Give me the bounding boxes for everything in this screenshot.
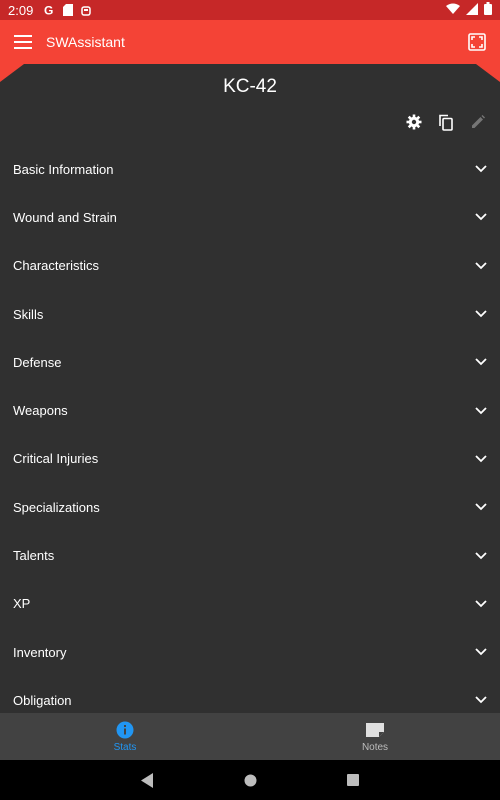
section-label: Weapons [13, 403, 68, 419]
copy-icon[interactable] [436, 112, 456, 132]
section-row[interactable]: Wound and Strain [0, 193, 500, 241]
section-label: Characteristics [13, 258, 99, 274]
battery-icon [484, 2, 492, 18]
note-icon [366, 721, 384, 739]
section-row[interactable]: Basic Information [0, 145, 500, 193]
character-toolbar [404, 112, 488, 132]
sd-card-icon [63, 4, 74, 16]
settings-icon[interactable] [404, 112, 424, 132]
chevron-down-icon[interactable] [475, 165, 487, 173]
character-name: KC-42 [223, 76, 277, 97]
section-label: Talents [13, 548, 55, 564]
chevron-down-icon[interactable] [475, 648, 487, 656]
back-icon[interactable] [141, 772, 154, 788]
chevron-down-icon[interactable] [475, 551, 487, 560]
section-row[interactable]: Characteristics [0, 242, 500, 290]
section-row[interactable]: Specializations [0, 483, 500, 531]
chevron-down-icon[interactable] [475, 600, 487, 608]
bottom-navigation: Stats Notes [0, 713, 500, 760]
nav-stats[interactable]: Stats [0, 713, 250, 760]
section-label: Wound and Strain [13, 209, 117, 225]
section-row[interactable]: Critical Injuries [0, 435, 500, 483]
section-label: Skills [13, 306, 44, 322]
app-bar: SWAssistant [0, 20, 500, 64]
status-time: 2:09 [8, 2, 34, 18]
section-label: XP [13, 596, 31, 612]
wifi-icon [446, 3, 460, 18]
svg-text:G: G [44, 4, 53, 16]
chevron-down-icon[interactable] [475, 503, 487, 511]
section-row[interactable]: Defense [0, 338, 500, 386]
home-icon[interactable] [244, 774, 257, 787]
info-icon [116, 721, 134, 739]
nav-notes[interactable]: Notes [250, 713, 500, 760]
recents-icon[interactable] [347, 774, 359, 786]
android-icon [81, 4, 92, 16]
chevron-down-icon[interactable] [475, 406, 487, 415]
section-label: Basic Information [13, 161, 114, 177]
system-navigation-bar [0, 760, 500, 800]
section-row[interactable]: Talents [0, 531, 500, 579]
chevron-down-icon[interactable] [475, 358, 487, 366]
nav-notes-label: Notes [361, 741, 389, 753]
section-label: Specializations [13, 499, 100, 515]
app-title: SWAssistant [46, 34, 125, 50]
hamburger-menu-icon[interactable] [14, 35, 32, 49]
google-icon: G [43, 4, 55, 16]
section-label: Defense [13, 354, 62, 370]
cellular-icon [466, 2, 478, 18]
edit-icon[interactable] [468, 112, 488, 132]
status-bar: 2:09 G [0, 0, 500, 20]
section-label: Critical Injuries [13, 451, 99, 467]
section-label: Obligation [13, 692, 72, 708]
section-row[interactable]: Skills [0, 290, 500, 338]
nav-stats-label: Stats [113, 741, 137, 753]
chevron-down-icon[interactable] [475, 696, 487, 704]
section-row[interactable]: XP [0, 580, 500, 628]
section-row[interactable]: Weapons [0, 386, 500, 434]
chevron-down-icon[interactable] [475, 310, 487, 318]
section-list: Basic Information Wound and Strain Charact… [0, 145, 500, 725]
section-row[interactable]: Inventory [0, 628, 500, 676]
chevron-down-icon[interactable] [475, 262, 487, 270]
section-label: Inventory [13, 644, 67, 660]
chevron-down-icon[interactable] [475, 455, 487, 463]
chevron-down-icon[interactable] [475, 213, 487, 221]
fullscreen-icon[interactable] [468, 33, 486, 51]
